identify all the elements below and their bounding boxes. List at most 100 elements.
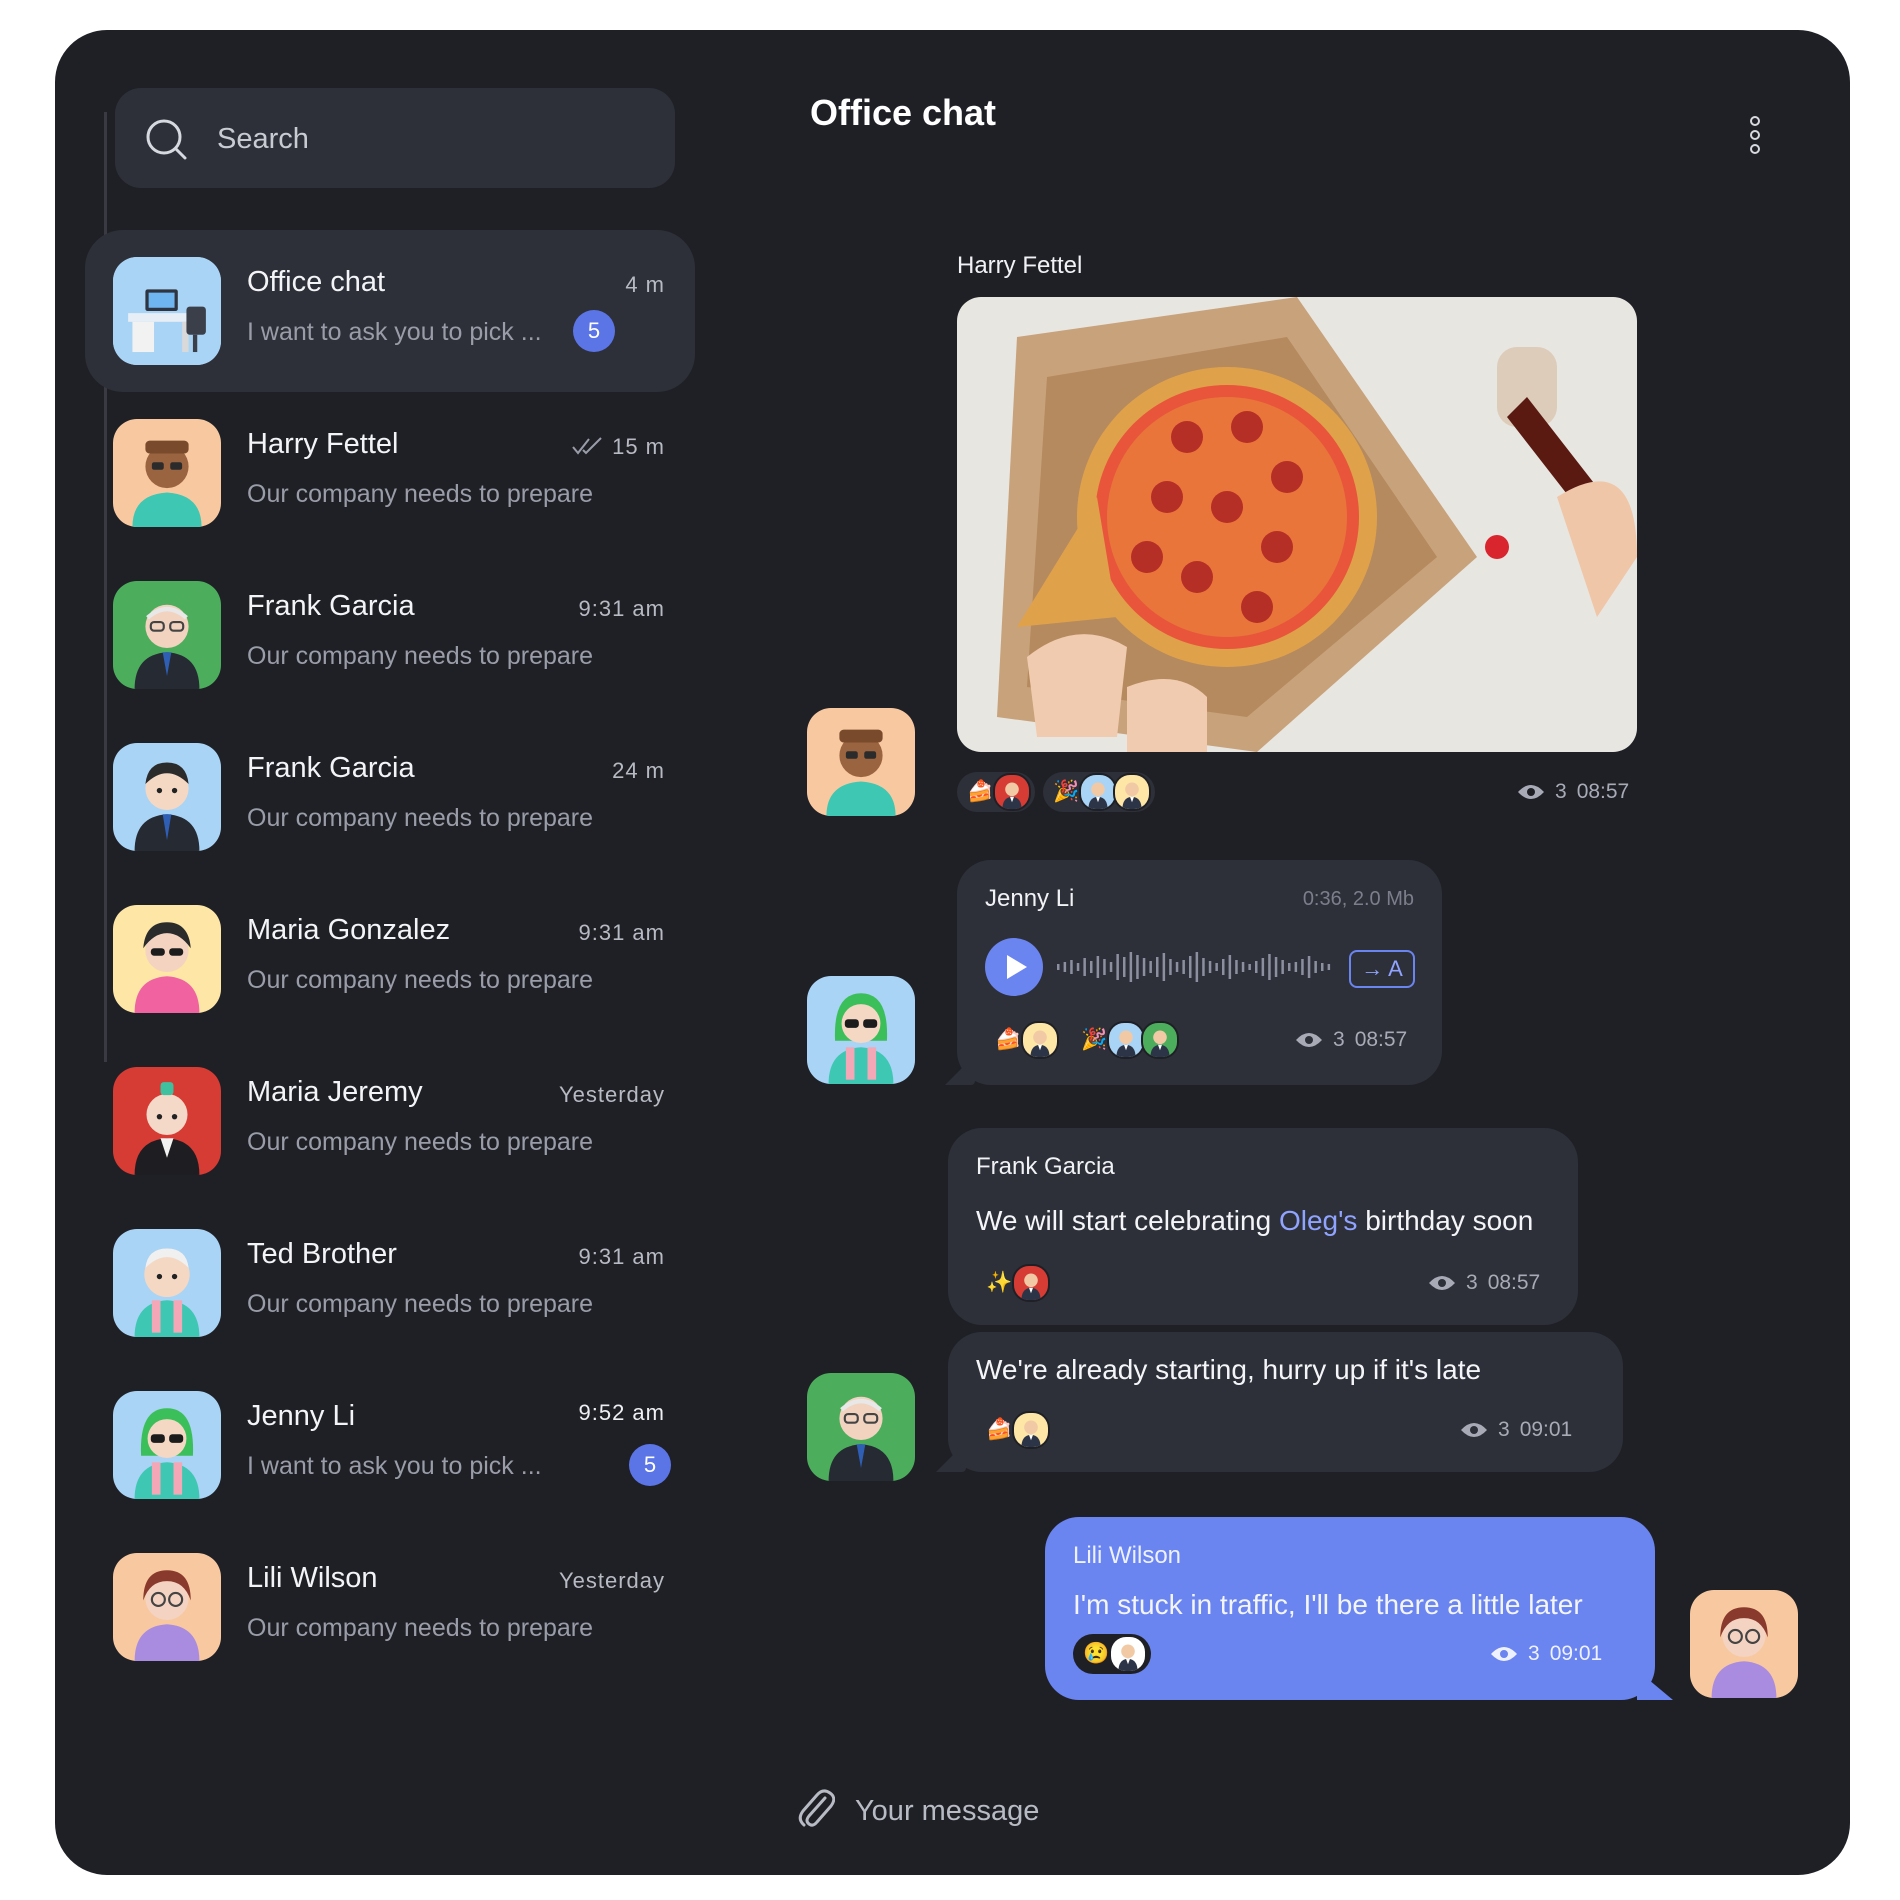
chat-item-frank-garcia[interactable]: Frank Garcia Our company needs to prepar… [85,716,695,878]
chat-time: 4 m [625,272,665,297]
harry-avatar[interactable] [807,708,915,816]
waveform-bar [1314,961,1317,973]
waveform-bar [1162,953,1166,981]
chat-item-ted-brother[interactable]: Ted Brother Our company needs to prepare… [85,1202,695,1364]
waveform-bar [1063,962,1067,972]
reaction-avatar [1012,1264,1051,1302]
eye-icon [1461,1423,1487,1437]
waveform-bar [1228,955,1232,979]
own-message-bubble: Lili Wilson I'm stuck in traffic, I'll b… [1045,1517,1655,1700]
eye-icon [1429,1276,1455,1290]
message-sender: Lili Wilson [1073,1542,1182,1569]
waveform-bar [1215,963,1218,971]
chat-name: Frank Garcia [247,590,415,622]
chat-item-frank-garcia[interactable]: Frank Garcia Our company needs to prepar… [85,554,695,716]
waveform-bar [1156,957,1159,977]
view-count: 3 [1498,1418,1510,1441]
message-meta: 3 08:57 [1295,1028,1407,1052]
reaction-avatar [1107,1021,1146,1059]
play-button[interactable] [985,938,1043,996]
reaction-avatar [1012,1411,1051,1449]
lili-avatar [113,1553,221,1661]
party-icon: 🎉 [1081,1028,1108,1051]
reaction-sparkles[interactable]: ✨ [976,1263,1055,1303]
chat-preview: Our company needs to prepare [247,1614,594,1642]
waveform-bar [1169,959,1172,975]
audio-waveform[interactable] [1057,942,1337,992]
reaction-cake[interactable]: 🍰 [985,1020,1064,1060]
paperclip-icon[interactable] [795,1786,835,1830]
reaction-cake[interactable]: 🍰 [957,772,1036,812]
waveform-bar [1261,958,1265,976]
chat-name: Maria Jeremy [247,1076,423,1108]
waveform-bar [1248,964,1251,970]
chat-name: Lili Wilson [247,1562,378,1594]
user-mention[interactable]: Oleg's [1279,1205,1358,1236]
waveform-bar [1208,961,1212,973]
ted-avatar [113,1229,221,1337]
chat-item-jenny-li[interactable]: Jenny Li I want to ask you to pick ... 9… [85,1364,695,1526]
jenny-avatar [113,1391,221,1499]
message-reactions: 😢 [1073,1634,1152,1674]
reaction-cake[interactable]: 🍰 [976,1410,1055,1450]
sparkles-icon: ✨ [986,1271,1013,1294]
chat-time: 9:52 am [578,1400,665,1425]
chat-time: 24 m [612,758,665,783]
reaction-avatar [993,773,1032,811]
message-reactions: 🍰 🎉 [957,772,1156,812]
waveform-bar [1182,960,1185,974]
waveform-bar [1235,960,1238,974]
chat-preview: Our company needs to prepare [247,480,594,508]
message-input[interactable] [853,1780,1557,1842]
chat-preview: Our company needs to prepare [247,1128,594,1156]
message-text: We will start celebrating Oleg's birthda… [976,1205,1533,1237]
waveform-bar [1321,963,1324,971]
message-reactions: 🍰 [976,1410,1055,1450]
waveform-bar [1281,960,1284,974]
waveform-bar [1255,961,1258,973]
chat-name: Frank Garcia [247,752,415,784]
reaction-party[interactable]: 🎉 [1043,772,1156,812]
chat-item-maria-jeremy[interactable]: Maria Jeremy Our company needs to prepar… [85,1040,695,1202]
transcribe-button[interactable]: → A [1349,950,1415,988]
waveform-bar [1294,962,1298,972]
chat-item-maria-gonzalez[interactable]: Maria Gonzalez Our company needs to prep… [85,878,695,1040]
chat-name: Ted Brother [247,1238,397,1270]
search-icon [146,119,187,160]
frank-green-avatar [113,581,221,689]
reaction-party[interactable]: 🎉 [1071,1020,1184,1060]
waveform-bar [1103,959,1106,975]
text-message-bubble: Frank Garcia We will start celebrating O… [948,1128,1578,1325]
more-vertical-icon[interactable] [1748,115,1762,155]
search-bar[interactable] [115,88,675,190]
chat-preview: I want to ask you to pick ... [247,1452,542,1480]
harry-avatar [113,419,221,527]
waveform-bar [1090,961,1093,973]
reaction-crying[interactable]: 😢 [1073,1634,1152,1674]
chat-time: 9:31 am [578,920,665,945]
jenny-avatar[interactable] [807,976,915,1084]
message-sender: Harry Fettel [957,252,1083,279]
waveform-bar [1149,961,1152,973]
play-icon [1007,955,1027,979]
frank-avatar[interactable] [807,1373,915,1481]
chat-item-lili-wilson[interactable]: Lili Wilson Our company needs to prepare… [85,1526,695,1688]
waveform-bar [1129,952,1133,982]
waveform-bar [1301,959,1304,975]
view-count: 3 [1466,1271,1478,1294]
lili-avatar[interactable] [1690,1590,1798,1698]
chat-item-office-chat[interactable]: Office chat I want to ask you to pick ..… [85,230,695,392]
voice-duration-size: 0:36, 2.0 Mb [1302,888,1414,910]
search-input[interactable] [215,88,649,190]
reaction-avatar [1141,1021,1180,1059]
pizza-photo[interactable] [957,297,1637,752]
chat-item-harry-fettel[interactable]: Harry Fettel Our company needs to prepar… [85,392,695,554]
message-meta: 3 09:01 [1460,1418,1572,1442]
waveform-bar [1241,962,1245,972]
chat-preview: Our company needs to prepare [247,804,594,832]
eye-icon [1518,785,1544,799]
double-check-icon [572,437,602,455]
waveform-bar [1202,958,1205,976]
waveform-bar [1070,960,1073,974]
waveform-bar [1142,958,1146,976]
